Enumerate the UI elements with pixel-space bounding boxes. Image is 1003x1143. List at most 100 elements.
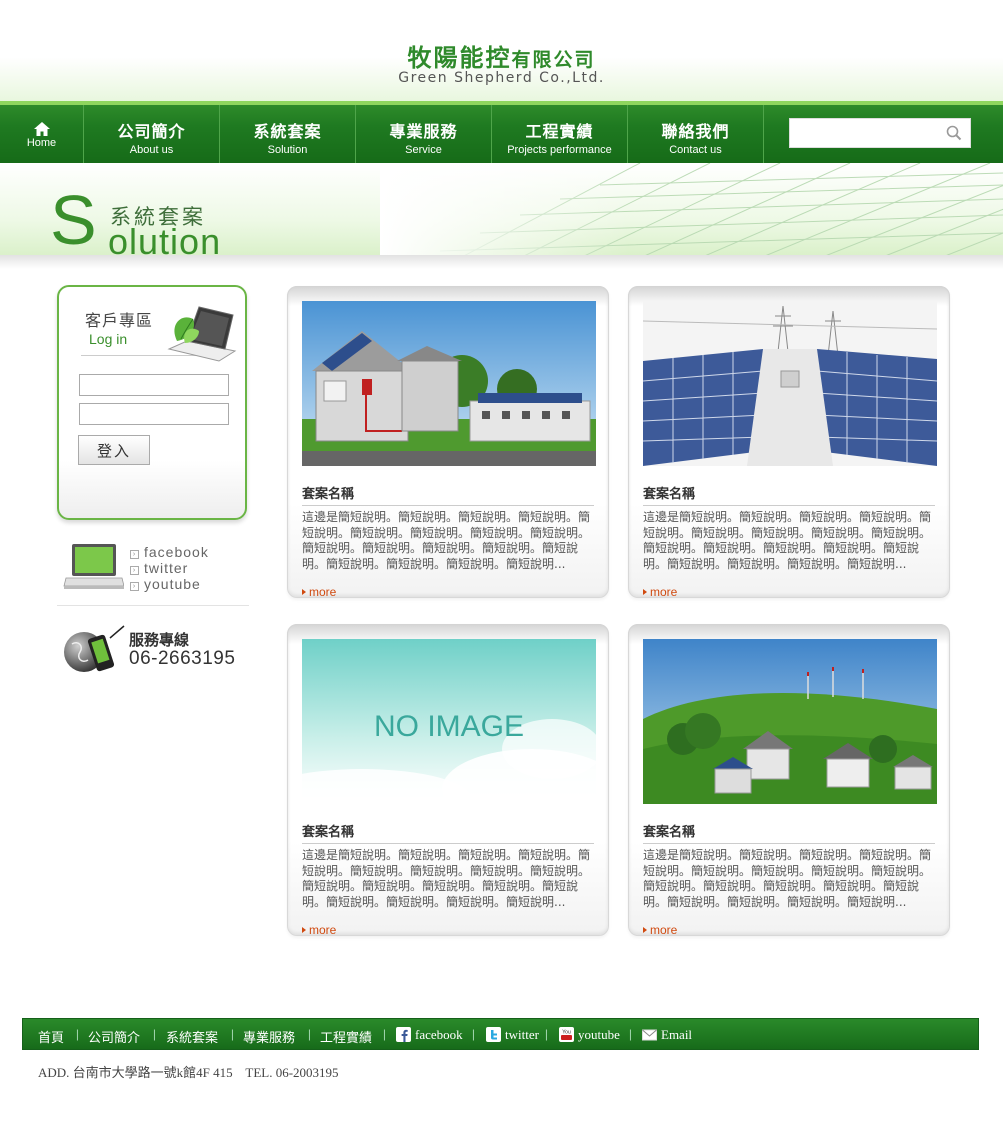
more-label: more: [650, 923, 678, 937]
footer-link-service[interactable]: 專業服務: [243, 1027, 295, 1046]
login-button[interactable]: 登入: [78, 435, 150, 465]
nav-solution-en: Solution: [267, 144, 308, 156]
card-divider: [643, 843, 935, 844]
logo-en: Green Shepherd Co.,Ltd.: [398, 70, 605, 86]
solar-farm-image: [643, 301, 937, 466]
banner-title-initial: S: [50, 181, 97, 259]
nav-service[interactable]: 專業服務 Service: [356, 105, 492, 163]
nav-service-en: Service: [405, 144, 442, 156]
card-description: 這邊是簡短說明。簡短說明。簡短說明。簡短說明。簡短說明。簡短說明。簡短說明。簡短…: [302, 510, 591, 571]
solution-card[interactable]: NO IMAGE 套案名稱 這邊是簡短說明。簡短說明。簡短說明。簡短說明。簡短說…: [287, 624, 609, 937]
social-facebook-link[interactable]: › facebook: [130, 544, 209, 560]
login-panel: 客戶專區 Log in 登入: [57, 285, 247, 520]
bullet-icon: ›: [130, 582, 139, 591]
company-logo[interactable]: 牧陽能控有限公司: [0, 38, 1003, 73]
globe-phone-icon: [64, 625, 125, 672]
footer-separator: |: [153, 1026, 156, 1041]
logo-cn-main: 牧陽能控: [407, 44, 512, 72]
house-solar-image: [302, 301, 596, 466]
arrow-right-icon: [643, 589, 647, 595]
footer-facebook-link[interactable]: facebook: [396, 1027, 463, 1043]
header: 牧陽能控有限公司 Green Shepherd Co.,Ltd.: [0, 0, 1003, 104]
nav-projects[interactable]: 工程實績 Projects performance: [492, 105, 628, 163]
social-twitter-label: twitter: [144, 560, 189, 576]
footer-youtube-link[interactable]: You youtube: [559, 1027, 620, 1043]
footer-separator: |: [383, 1026, 386, 1041]
solution-card[interactable]: 套案名稱 這邊是簡短說明。簡短說明。簡短說明。簡短說明。簡短說明。簡短說明。簡短…: [628, 286, 950, 599]
village-wind-image: [643, 639, 937, 804]
search-input[interactable]: [794, 123, 934, 143]
sidebar-divider: [57, 605, 249, 606]
no-image-text: NO IMAGE: [374, 710, 524, 743]
footer-twitter-link[interactable]: twitter: [486, 1027, 539, 1043]
footer-link-projects[interactable]: 工程實績: [320, 1027, 372, 1046]
footer-separator: |: [629, 1026, 632, 1041]
youtube-icon: You: [559, 1027, 574, 1042]
username-field[interactable]: [79, 374, 229, 396]
card-more-link[interactable]: more: [302, 923, 336, 937]
nav-solution[interactable]: 系統套案 Solution: [220, 105, 356, 163]
login-title-en: Log in: [89, 331, 128, 347]
solar-panel-grid-graphic: [380, 163, 1003, 258]
footer-separator: |: [308, 1026, 311, 1041]
footer-link-about[interactable]: 公司簡介: [88, 1027, 140, 1046]
more-label: more: [650, 585, 678, 599]
nav-home-label: Home: [26, 137, 57, 149]
bullet-icon: ›: [130, 550, 139, 559]
social-youtube-label: youtube: [144, 576, 201, 592]
footer-link-solution[interactable]: 系統套案: [166, 1027, 218, 1046]
card-more-link[interactable]: more: [302, 585, 336, 599]
password-field[interactable]: [79, 403, 229, 425]
nav-projects-cn: 工程實績: [525, 122, 594, 141]
search-icon[interactable]: [945, 124, 963, 142]
nav-contact-cn: 聯絡我們: [661, 122, 730, 141]
search-box: [789, 118, 971, 148]
social-facebook-label: facebook: [144, 544, 209, 560]
solution-card[interactable]: 套案名稱 這邊是簡短說明。簡短說明。簡短說明。簡短說明。簡短說明。簡短說明。簡短…: [628, 624, 950, 937]
bullet-icon: ›: [130, 566, 139, 575]
svg-text:You: You: [562, 1030, 571, 1036]
card-title: 套案名稱: [643, 825, 696, 840]
card-title: 套案名稱: [302, 487, 355, 502]
card-description: 這邊是簡短說明。簡短說明。簡短說明。簡短說明。簡短說明。簡短說明。簡短說明。簡短…: [302, 848, 591, 909]
card-more-link[interactable]: more: [643, 585, 677, 599]
nav-about-cn: 公司簡介: [117, 122, 186, 141]
nav-contact[interactable]: 聯絡我們 Contact us: [628, 105, 764, 163]
arrow-right-icon: [643, 927, 647, 933]
more-label: more: [309, 585, 337, 599]
arrow-right-icon: [302, 589, 306, 595]
card-divider: [302, 505, 594, 506]
green-laptop-icon: [63, 544, 124, 589]
footer-separator: |: [231, 1026, 234, 1041]
card-description: 這邊是簡短說明。簡短說明。簡短說明。簡短說明。簡短說明。簡短說明。簡短說明。簡短…: [643, 510, 932, 571]
arrow-right-icon: [302, 927, 306, 933]
footer-separator: |: [472, 1026, 475, 1041]
card-description: 這邊是簡短說明。簡短說明。簡短說明。簡短說明。簡短說明。簡短說明。簡短說明。簡短…: [643, 848, 932, 909]
social-twitter-link[interactable]: › twitter: [130, 560, 209, 576]
footer-email-label: Email: [661, 1027, 693, 1042]
nav-projects-en: Projects performance: [507, 144, 612, 156]
nav-about-en: About us: [129, 144, 174, 156]
twitter-icon: [486, 1027, 501, 1042]
nav-home[interactable]: Home: [0, 105, 84, 163]
no-image-placeholder: NO IMAGE: [302, 639, 596, 804]
banner-shadow: [0, 255, 1003, 269]
logo-cn-sub: 有限公司: [511, 49, 596, 71]
nav-contact-en: Contact us: [669, 144, 722, 156]
email-icon: [642, 1029, 657, 1041]
home-icon: [33, 122, 50, 136]
hotline-number: 06-2663195: [129, 648, 236, 669]
footer-facebook-label: facebook: [415, 1027, 463, 1042]
solution-card[interactable]: 套案名稱 這邊是簡短說明。簡短說明。簡短說明。簡短說明。簡短說明。簡短說明。簡短…: [287, 286, 609, 599]
laptop-leaf-icon: [167, 306, 237, 362]
nav-about[interactable]: 公司簡介 About us: [84, 105, 220, 163]
card-divider: [643, 505, 935, 506]
footer-nav: 首頁 | 公司簡介 | 系統套案 | 專業服務 | 工程實績 | faceboo…: [22, 1018, 979, 1050]
footer-email-link[interactable]: Email: [642, 1027, 692, 1043]
footer-link-home[interactable]: 首頁: [38, 1027, 64, 1046]
social-youtube-link[interactable]: › youtube: [130, 576, 209, 592]
card-more-link[interactable]: more: [643, 923, 677, 937]
hotline-label: 服務專線: [129, 631, 190, 649]
footer-youtube-label: youtube: [578, 1027, 620, 1042]
social-links: › facebook › twitter › youtube: [130, 544, 209, 592]
